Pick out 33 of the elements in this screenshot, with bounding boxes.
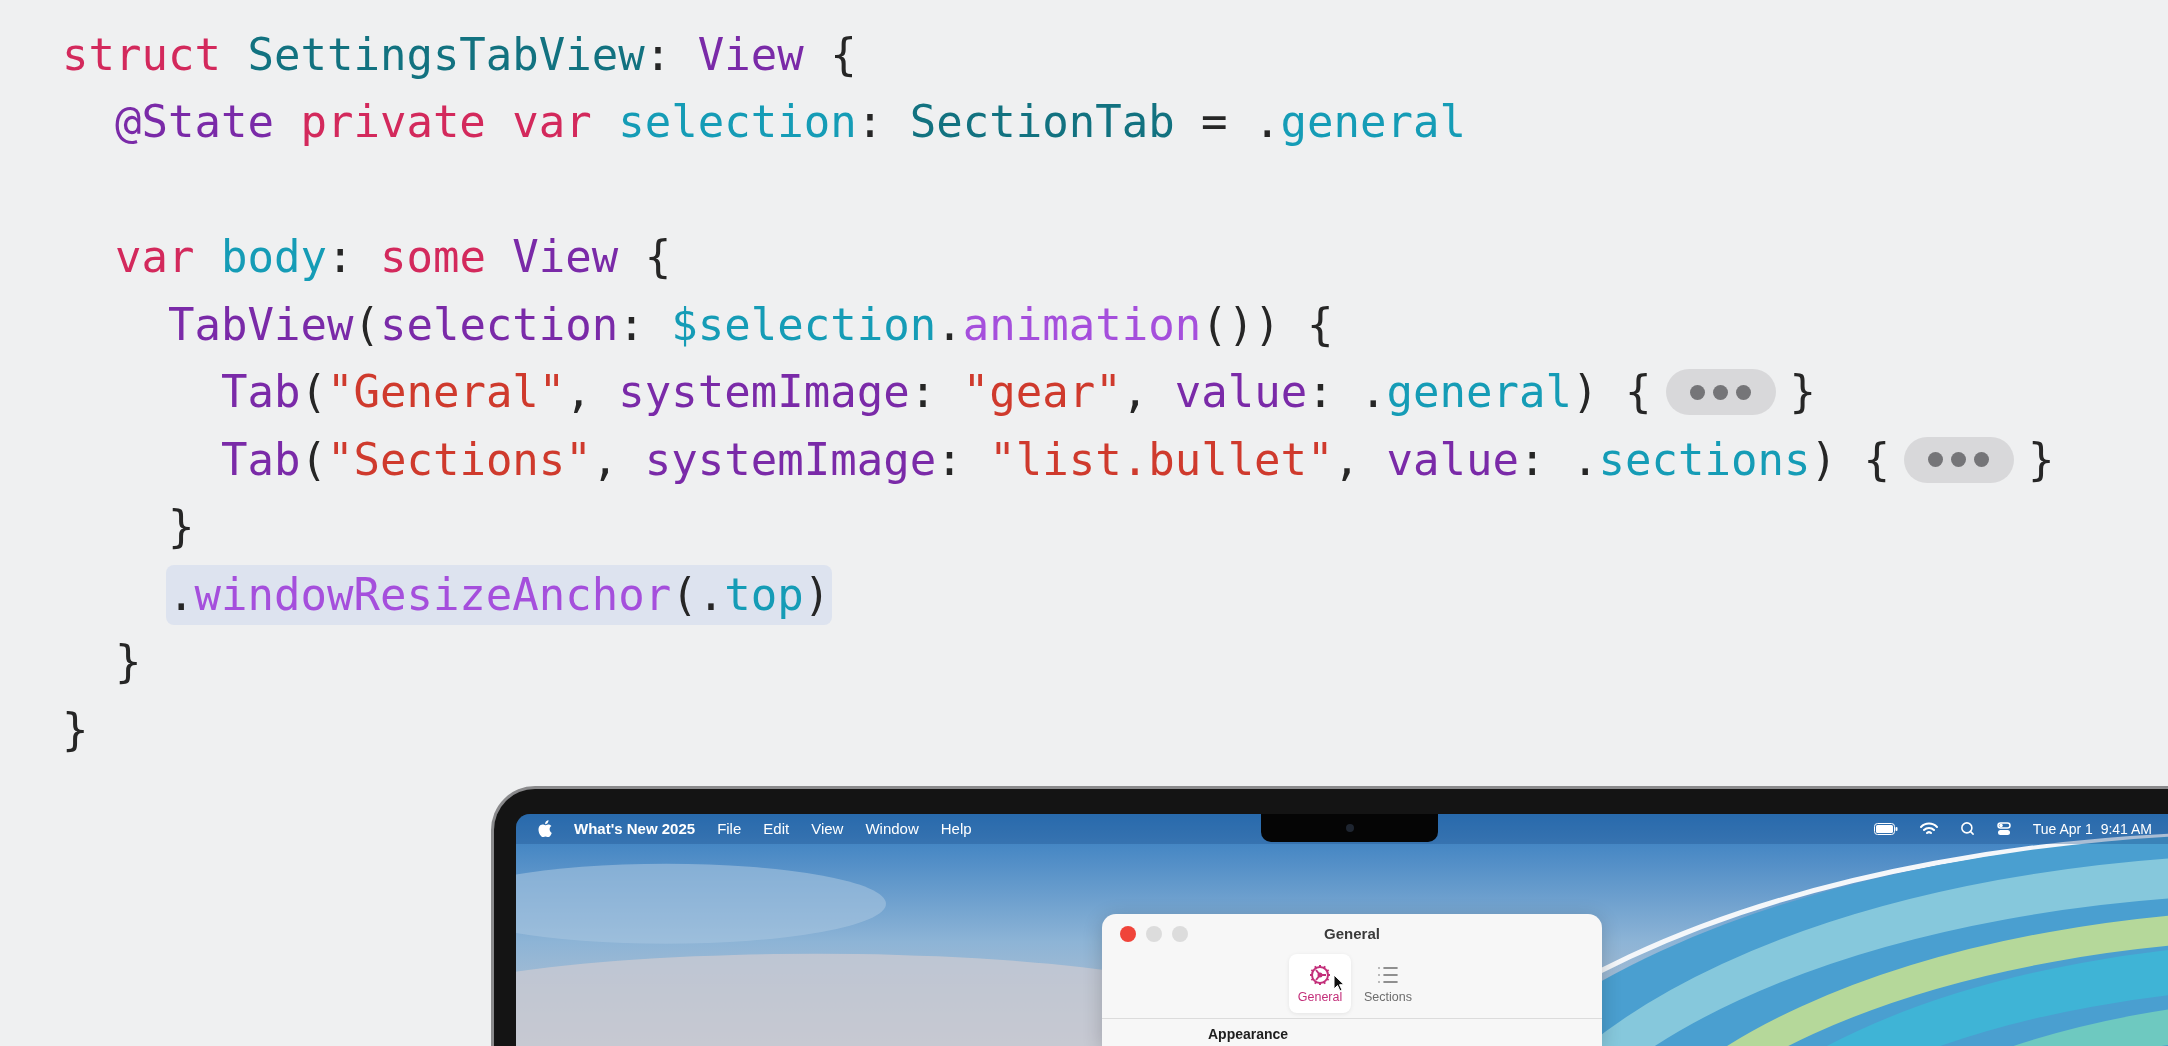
code-text: } <box>2027 432 2055 487</box>
wifi-icon[interactable] <box>1919 821 1938 836</box>
app-menu[interactable]: What's New 2025 <box>574 820 696 837</box>
search-icon[interactable] <box>1959 821 1975 836</box>
gear-icon <box>1308 962 1332 987</box>
code-text: var body: some View { <box>115 230 672 285</box>
folded-code-button[interactable] <box>1903 436 2014 483</box>
code-text: Tab("Sections", systemImage: "list.bullet", value: .sections) { <box>220 432 1890 487</box>
close-button[interactable] <box>1120 925 1136 942</box>
apple-icon[interactable] <box>538 820 552 837</box>
window-title: General <box>1324 925 1380 942</box>
code-text: TabView(selection: $selection.animation()) { <box>167 297 1334 352</box>
code-text: struct SettingsTabView: View { <box>62 27 857 82</box>
code-text: @State private var selection: SectionTab = .general <box>115 95 1467 150</box>
code-text: } <box>62 702 89 757</box>
toggle-icon[interactable] <box>1996 821 2011 836</box>
battery-icon[interactable] <box>1873 822 1898 835</box>
menu-clock[interactable]: Tue Apr 1 9:41 AM <box>2032 820 2152 837</box>
highlighted-code: .windowResizeAnchor(.top) <box>165 564 833 625</box>
menu-item[interactable]: Edit <box>763 820 790 837</box>
code-text: } <box>115 635 142 690</box>
folded-code-button[interactable] <box>1665 369 1776 416</box>
menu-item[interactable]: Help <box>940 820 972 837</box>
pointer-icon <box>1333 973 1345 992</box>
code-text: } <box>167 500 195 555</box>
menu-item[interactable]: File <box>717 820 742 837</box>
code-text: } <box>1789 365 1817 420</box>
section-heading: Appearance <box>1207 1024 1290 1042</box>
toolbar-tab[interactable]: General <box>1289 953 1351 1013</box>
code-text: Tab("General", systemImage: "gear", value: .general) { <box>220 365 1652 420</box>
menu-item[interactable]: Window <box>865 820 919 837</box>
toolbar-tab[interactable]: Sections <box>1357 953 1419 1013</box>
menu-item[interactable]: View <box>811 820 844 837</box>
